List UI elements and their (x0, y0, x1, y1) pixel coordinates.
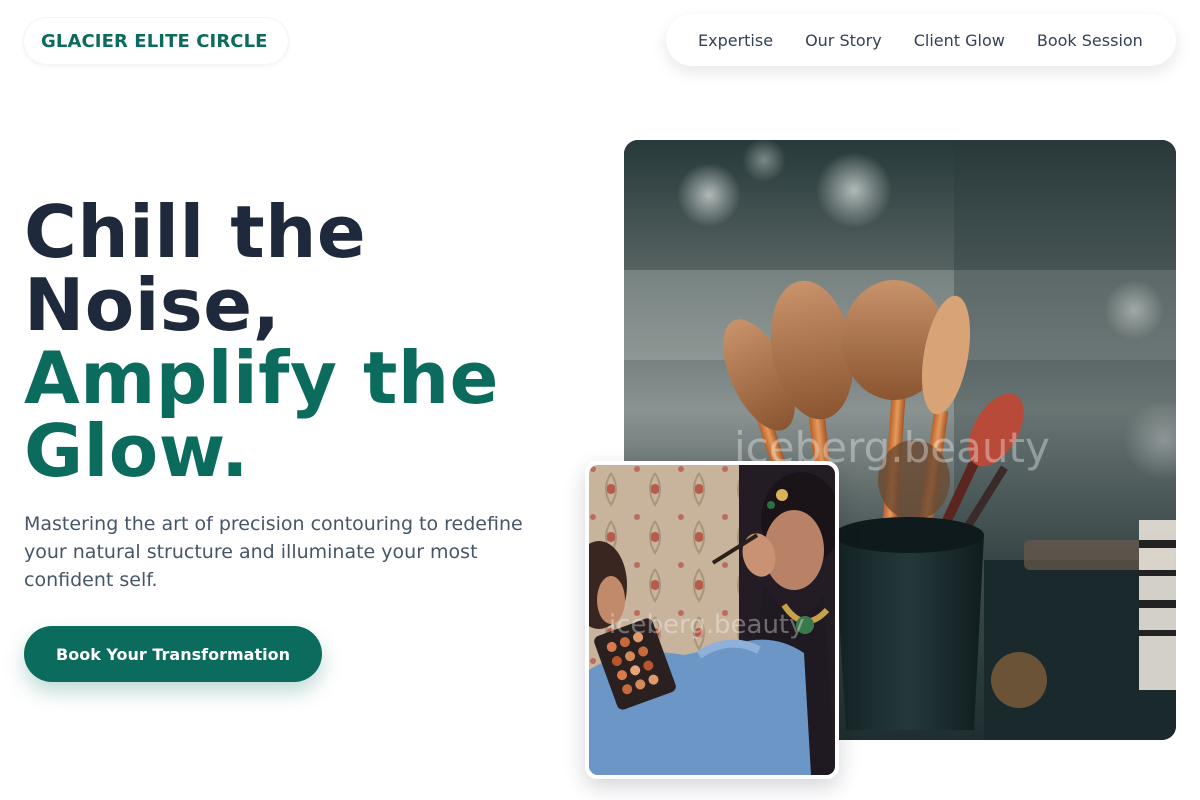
makeup-artist-photo-frame: iceberg.beauty (585, 461, 839, 779)
makeup-artist-photo: iceberg.beauty (589, 465, 835, 775)
nav-link-book-session[interactable]: Book Session (1037, 31, 1143, 50)
main-nav: Expertise Our Story Client Glow Book Ses… (666, 14, 1176, 66)
nav-link-expertise[interactable]: Expertise (698, 31, 773, 50)
hero-title-line-2: Noise, (24, 263, 281, 347)
inset-photo-watermark: iceberg.beauty (609, 610, 805, 640)
hero-subtitle: Mastering the art of precision contourin… (24, 513, 523, 591)
hero-title-line-1: Chill the (24, 190, 367, 274)
makeup-artist-illustration: iceberg.beauty (589, 465, 835, 775)
hero-title-line-3: Amplify the (24, 336, 499, 420)
nav-link-our-story[interactable]: Our Story (805, 31, 882, 50)
hero-title: Chill the Noise, Amplify the Glow. (24, 196, 584, 488)
book-transformation-button[interactable]: Book Your Transformation (24, 626, 322, 682)
brand-logo-pill[interactable]: GLACIER ELITE CIRCLE (24, 18, 288, 64)
brand-name[interactable]: GLACIER ELITE CIRCLE (41, 31, 268, 52)
nav-link-client-glow[interactable]: Client Glow (914, 31, 1005, 50)
hero-title-line-4: Glow. (24, 409, 250, 493)
